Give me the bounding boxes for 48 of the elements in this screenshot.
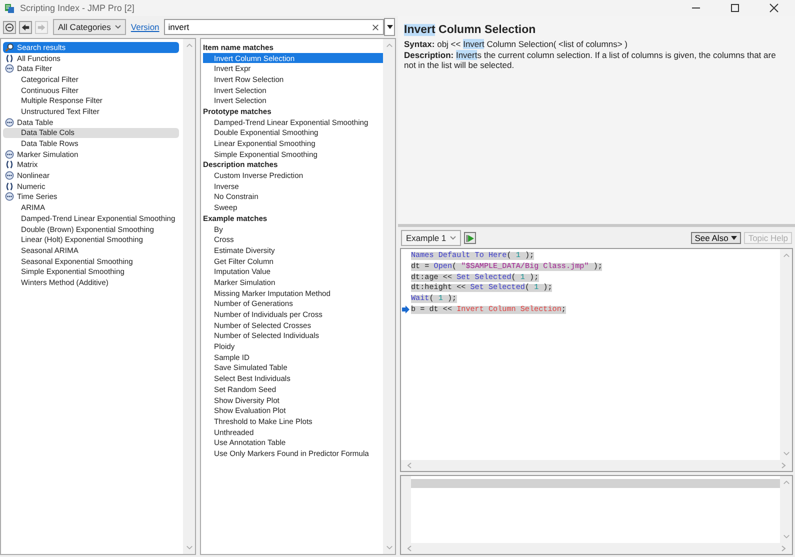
example-dropdown[interactable]: Example 1 — [401, 230, 462, 246]
caret-icon — [731, 236, 738, 240]
description-text: Description: Inverts the current column selection. If a list of columns is given, the columns that are not in the list will be selected. — [404, 50, 777, 70]
scroll-down-icon[interactable] — [782, 451, 790, 456]
back-arrow-icon — [21, 22, 30, 32]
scroll-left-icon[interactable] — [407, 462, 412, 469]
object-icon — [5, 171, 14, 180]
current-line-icon — [401, 305, 410, 314]
category-dropdown[interactable]: All Categories — [53, 19, 126, 35]
caret-icon — [386, 25, 392, 29]
minus-circle-icon — [5, 22, 14, 32]
parentheses-icon — [5, 182, 14, 191]
close-icon[interactable] — [769, 3, 779, 13]
parentheses-icon — [5, 160, 14, 170]
parentheses-icon — [5, 54, 14, 63]
caret-icon — [114, 25, 121, 29]
scroll-down-icon[interactable] — [386, 545, 392, 550]
object-icon — [5, 150, 14, 159]
maximize-icon[interactable] — [730, 3, 740, 13]
scroll-up-icon[interactable] — [386, 43, 392, 48]
version-link[interactable]: Version — [128, 22, 162, 32]
item-title: Invert Column Selection — [404, 24, 537, 36]
scroll-down-icon[interactable] — [782, 534, 790, 539]
scroll-up-icon[interactable] — [782, 253, 790, 258]
object-icon — [5, 192, 14, 202]
collapse-button[interactable] — [3, 20, 16, 34]
app-icon — [4, 2, 15, 14]
magnifier-icon — [5, 42, 14, 52]
scrollbar[interactable] — [183, 39, 195, 554]
object-icon — [5, 118, 14, 127]
search-dropdown[interactable] — [384, 18, 395, 36]
clear-icon[interactable] — [372, 24, 379, 30]
scroll-right-icon[interactable] — [781, 545, 786, 552]
scroll-up-icon[interactable] — [782, 480, 790, 485]
run-button[interactable] — [464, 232, 476, 244]
scrollbar[interactable] — [383, 39, 395, 554]
scroll-up-icon[interactable] — [186, 43, 192, 48]
search-field[interactable]: invert — [164, 19, 384, 35]
see-also-button[interactable]: See Also — [690, 232, 742, 244]
scroll-right-icon[interactable] — [781, 462, 786, 469]
object-icon — [5, 64, 14, 74]
syntax-text: Syntax: obj << Invert Column Selection( <list of columns> ) — [404, 39, 629, 50]
scroll-down-icon[interactable] — [186, 545, 192, 550]
window-title: Scripting Index - JMP Pro [2] — [20, 3, 136, 13]
caret-icon — [450, 236, 456, 240]
back-button[interactable] — [19, 20, 32, 34]
scroll-left-icon[interactable] — [407, 545, 412, 552]
forward-arrow-icon — [37, 22, 46, 32]
